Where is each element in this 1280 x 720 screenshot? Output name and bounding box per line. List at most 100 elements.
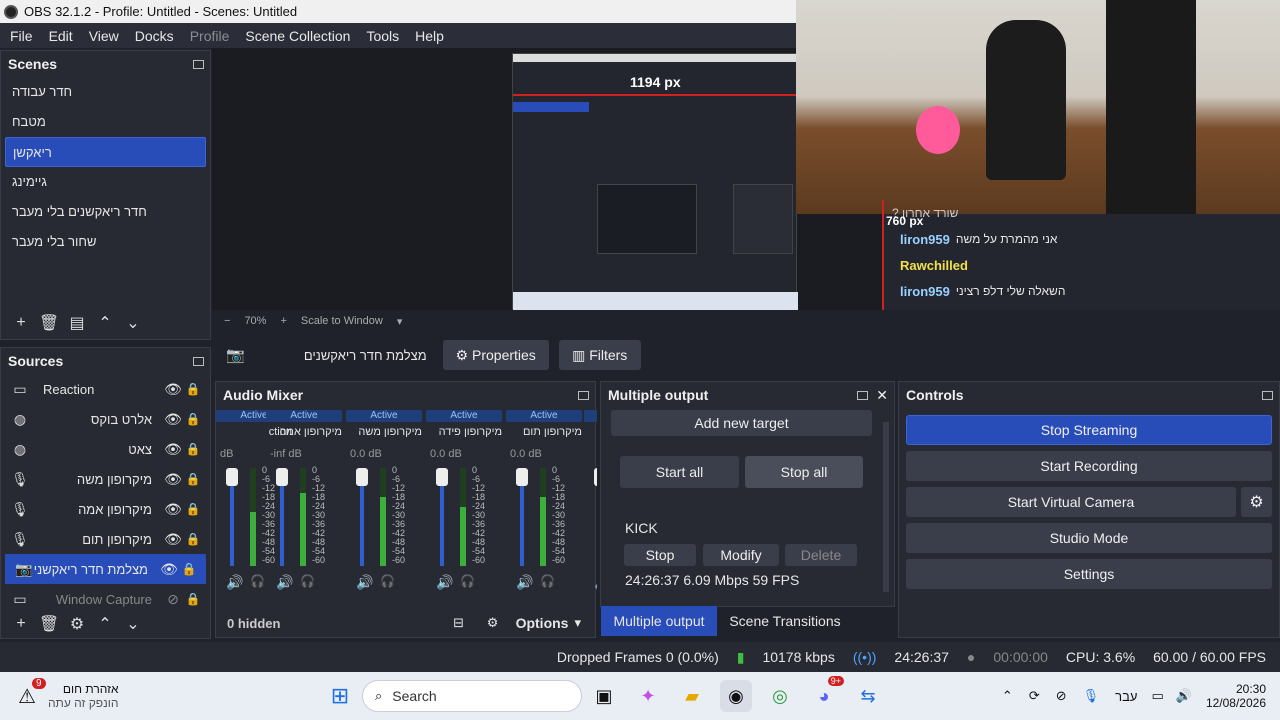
copilot-icon[interactable]: ✦ xyxy=(632,680,664,712)
source-item[interactable]: 🎙 מיקרופון אמה 👁 🔒 xyxy=(1,494,210,524)
zoom-out-icon[interactable]: − xyxy=(224,315,230,327)
menu-scene-collection[interactable]: Scene Collection xyxy=(237,28,358,44)
lock-icon[interactable]: 🔒 xyxy=(180,562,198,576)
display-icon[interactable]: ▭ xyxy=(1151,688,1163,704)
add-target-button[interactable]: Add new target xyxy=(611,410,872,436)
undock-icon[interactable] xyxy=(193,59,204,69)
lock-icon[interactable]: 🔒 xyxy=(184,532,202,546)
obs-icon[interactable]: ◉ xyxy=(720,680,752,712)
headphones-icon[interactable]: 🎧 xyxy=(250,574,265,588)
eye-hidden-icon[interactable]: ⊘ xyxy=(162,591,184,608)
trash-icon[interactable]: 🗑 xyxy=(35,313,63,333)
lock-icon[interactable]: 🔒 xyxy=(184,442,202,456)
stop-all-button[interactable]: Stop all xyxy=(745,456,863,488)
fader-handle[interactable] xyxy=(276,468,288,486)
trash-icon[interactable]: 🗑 xyxy=(35,614,63,634)
preview-canvas[interactable]: 1194 px ? שורד אחרון 760 px liron959 אני… xyxy=(212,0,1280,310)
fader-handle[interactable] xyxy=(516,468,528,486)
source-item[interactable]: ◍ אלרט בוקס 👁 🔒 xyxy=(1,404,210,434)
scene-item[interactable]: חדר ריאקשנים בלי מעבר xyxy=(1,197,210,227)
menu-view[interactable]: View xyxy=(81,28,127,44)
properties-button[interactable]: ⚙ Properties xyxy=(442,340,549,370)
speaker-icon[interactable]: 🔊 xyxy=(356,574,373,591)
menu-edit[interactable]: Edit xyxy=(41,28,81,44)
filter-icon[interactable]: ▤ xyxy=(63,313,91,333)
fader-handle[interactable] xyxy=(594,468,597,486)
headphones-icon[interactable]: 🎧 xyxy=(300,574,315,588)
speaker-icon[interactable]: 🔊 xyxy=(436,574,453,591)
sync-icon[interactable]: ⟳ xyxy=(1029,688,1040,704)
scene-item[interactable]: גיימינג xyxy=(1,167,210,197)
chevron-down-icon[interactable]: ▾ xyxy=(574,615,597,631)
start-recording-button[interactable]: Start Recording xyxy=(906,451,1272,481)
lock-icon[interactable]: 🔒 xyxy=(184,412,202,426)
modify-target-button[interactable]: Modify xyxy=(703,544,779,566)
gear-icon[interactable]: ⚙ xyxy=(63,614,91,634)
chrome-icon[interactable]: ◎ xyxy=(764,680,796,712)
scale-mode[interactable]: Scale to Window xyxy=(301,315,383,327)
layout-icon[interactable]: ⊟ xyxy=(442,615,476,631)
speaker-icon[interactable]: 🔊 xyxy=(276,574,293,591)
zoom-in-icon[interactable]: + xyxy=(280,315,286,327)
taskbar-search[interactable]: ⌕ Search xyxy=(362,680,582,712)
channel-name[interactable]: בה xyxy=(584,426,597,438)
tray-chevron-up-icon[interactable]: ⌃ xyxy=(1002,688,1013,704)
tab-multiple-output[interactable]: Multiple output xyxy=(601,606,717,636)
speaker-icon[interactable]: 🔊 xyxy=(594,574,597,591)
eye-icon[interactable]: 👁 xyxy=(162,381,184,398)
studio-mode-button[interactable]: Studio Mode xyxy=(906,523,1272,553)
undock-icon[interactable] xyxy=(193,356,204,366)
eye-icon[interactable]: 👁 xyxy=(162,411,184,428)
fader-handle[interactable] xyxy=(226,468,238,486)
chevron-down-icon[interactable]: ▾ xyxy=(397,315,403,328)
stop-target-button[interactable]: Stop xyxy=(624,544,696,566)
delete-target-button[interactable]: Delete xyxy=(785,544,857,566)
move-down-icon[interactable]: ⌄ xyxy=(119,614,147,634)
eye-icon[interactable]: 👁 xyxy=(158,561,180,578)
filters-button[interactable]: ▥ Filters xyxy=(558,340,641,370)
headphones-icon[interactable]: 🎧 xyxy=(460,574,475,588)
weather-widget[interactable]: ⚠ 9 אזהרת חום הונפק זה עתה xyxy=(18,677,318,710)
channel-name[interactable]: מיקרופון פידה xyxy=(426,426,502,438)
source-item[interactable]: 🎙 מיקרופון משה 👁 🔒 xyxy=(1,464,210,494)
virtual-camera-settings-gear-icon[interactable]: ⚙ xyxy=(1241,487,1272,517)
undock-icon[interactable] xyxy=(1262,390,1273,400)
advanced-audio-icon[interactable]: ⚙ xyxy=(476,615,510,631)
scene-item[interactable]: מטבח xyxy=(1,107,210,137)
eye-icon[interactable]: 👁 xyxy=(162,471,184,488)
input-language[interactable]: עבר xyxy=(1115,689,1137,704)
headphones-icon[interactable]: 🎧 xyxy=(380,574,395,588)
source-item[interactable]: 🎙 מיקרופון תום 👁 🔒 xyxy=(1,524,210,554)
move-up-icon[interactable]: ⌃ xyxy=(91,614,119,634)
tab-scene-transitions[interactable]: Scene Transitions xyxy=(720,606,850,636)
scene-item[interactable]: שחור בלי מעבר xyxy=(1,227,210,257)
lock-icon[interactable]: 🔒 xyxy=(184,382,202,396)
source-item[interactable]: ▭ Reaction 👁 🔒 xyxy=(1,374,210,404)
scrollbar[interactable] xyxy=(883,422,889,592)
move-down-icon[interactable]: ⌄ xyxy=(119,313,147,333)
task-view-icon[interactable]: ▣ xyxy=(588,680,620,712)
scene-item-selected[interactable]: ריאקשן xyxy=(5,137,206,167)
menu-file[interactable]: File xyxy=(2,28,41,44)
eye-icon[interactable]: 👁 xyxy=(162,531,184,548)
move-up-icon[interactable]: ⌃ xyxy=(91,313,119,333)
speaker-icon[interactable]: 🔊 xyxy=(516,574,533,591)
menu-help[interactable]: Help xyxy=(407,28,452,44)
microphone-icon[interactable]: 🎙 xyxy=(1083,688,1100,704)
source-item-selected[interactable]: 📷 מצלמת חדר ריאקשני 👁 🔒 xyxy=(5,554,206,584)
network-off-icon[interactable]: ⊘ xyxy=(1056,688,1067,704)
channel-name[interactable]: מיקרופון אמה xyxy=(266,426,342,438)
lock-icon[interactable]: 🔒 xyxy=(184,472,202,486)
scene-item[interactable]: חדר עבודה xyxy=(1,77,210,107)
channel-name[interactable]: מיקרופון תום xyxy=(506,426,582,438)
add-icon[interactable]: + xyxy=(7,314,35,332)
undock-icon[interactable] xyxy=(857,390,869,400)
start-all-button[interactable]: Start all xyxy=(620,456,739,488)
lock-icon[interactable]: 🔒 xyxy=(184,502,202,516)
file-explorer-icon[interactable]: ▰ xyxy=(676,680,708,712)
windows-start-icon[interactable]: ⊞ xyxy=(324,680,356,712)
start-virtual-camera-button[interactable]: Start Virtual Camera xyxy=(906,487,1236,517)
menu-profile[interactable]: Profile xyxy=(182,28,238,44)
clock[interactable]: 20:30 12/08/2026 xyxy=(1206,682,1266,710)
source-item[interactable]: ▭ Window Capture ⊘ 🔒 xyxy=(1,584,210,610)
